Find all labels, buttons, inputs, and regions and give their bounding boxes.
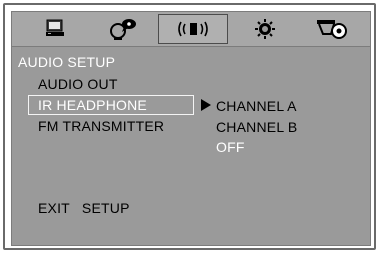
menu-title: AUDIO SETUP (18, 54, 116, 70)
monitor-icon (46, 19, 64, 36)
screen-frame: AUDIO SETUP AUDIO OUT IR HEADPHONE FM TR… (3, 3, 376, 250)
selection-arrow-icon (201, 99, 211, 111)
audio-icon (178, 21, 208, 37)
speaker-icon (317, 20, 347, 39)
video-icon (255, 19, 275, 39)
tab-language[interactable] (88, 14, 158, 44)
menu-item-audio-out[interactable]: AUDIO OUT (38, 76, 118, 92)
tab-audio[interactable] (158, 14, 228, 44)
language-icon (110, 19, 136, 40)
option-off[interactable]: OFF (216, 139, 245, 155)
option-channel-a[interactable]: CHANNEL A (216, 98, 297, 114)
option-channel-b[interactable]: CHANNEL B (216, 119, 297, 135)
exit-setup-button[interactable]: EXIT SETUP (38, 200, 130, 216)
menu-item-fm-transmitter[interactable]: FM TRANSMITTER (38, 118, 164, 134)
audio-setup-panel: AUDIO SETUP AUDIO OUT IR HEADPHONE FM TR… (11, 47, 371, 246)
tab-video[interactable] (230, 14, 300, 44)
setup-toolbar (11, 11, 371, 47)
tab-speaker[interactable] (296, 14, 366, 44)
tab-general[interactable] (20, 14, 90, 44)
menu-item-ir-headphone[interactable]: IR HEADPHONE (38, 97, 147, 113)
